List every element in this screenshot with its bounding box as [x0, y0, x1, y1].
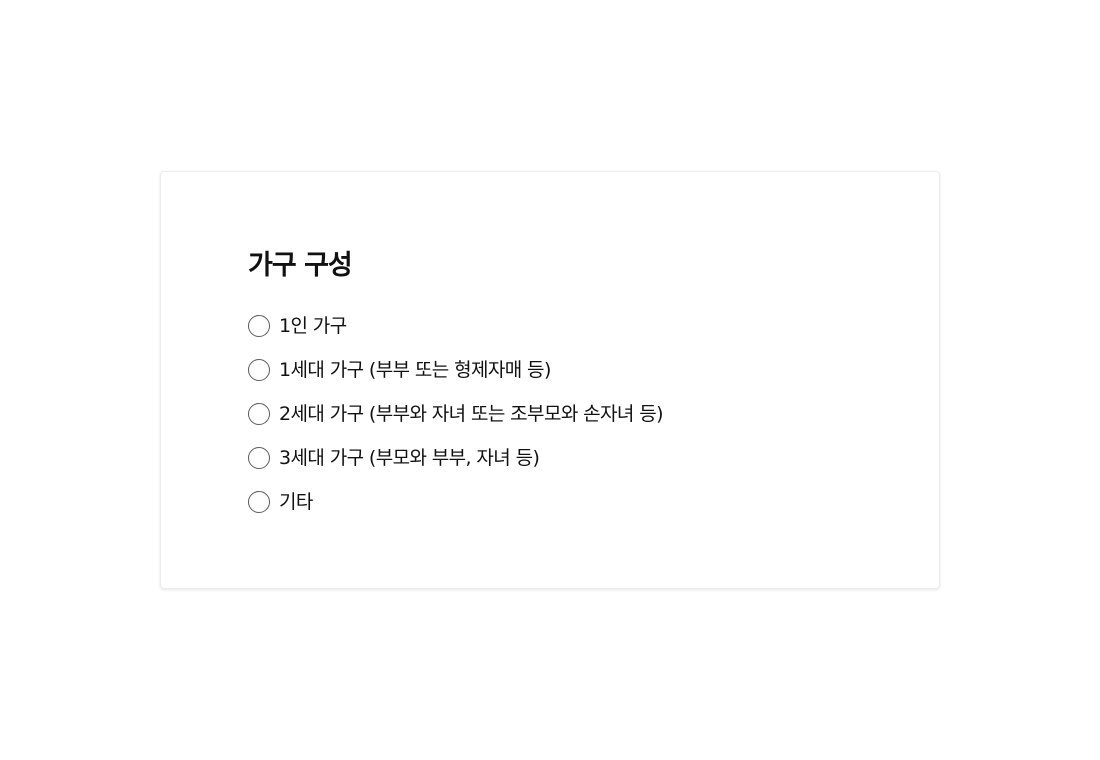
- radio-option-label[interactable]: 3세대 가구 (부모와 부부, 자녀 등): [279, 446, 540, 470]
- radio-option-label[interactable]: 기타: [279, 490, 313, 514]
- radio-button[interactable]: [248, 403, 270, 425]
- radio-option-two-generation[interactable]: 2세대 가구 (부부와 자녀 또는 조부모와 손자녀 등): [248, 392, 664, 436]
- radio-option-three-generation[interactable]: 3세대 가구 (부모와 부부, 자녀 등): [248, 436, 663, 480]
- radio-button[interactable]: [248, 359, 270, 381]
- radio-button[interactable]: [248, 491, 270, 513]
- question-title: 가구 구성: [248, 250, 353, 281]
- radio-group: 1인 가구 1세대 가구 (부부 또는 형제자매 등) 2세대 가구 (부부와 …: [248, 304, 664, 524]
- radio-button[interactable]: [248, 315, 270, 337]
- radio-button[interactable]: [248, 447, 270, 469]
- radio-option-label[interactable]: 1세대 가구 (부부 또는 형제자매 등): [279, 358, 551, 382]
- question-card: 가구 구성 1인 가구 1세대 가구 (부부 또는 형제자매 등) 2세대 가구…: [160, 171, 940, 589]
- radio-option-other[interactable]: 기타: [248, 480, 663, 524]
- radio-option-label[interactable]: 2세대 가구 (부부와 자녀 또는 조부모와 손자녀 등): [279, 402, 664, 426]
- radio-option-one-generation[interactable]: 1세대 가구 (부부 또는 형제자매 등): [248, 348, 663, 392]
- radio-option-label[interactable]: 1인 가구: [279, 314, 347, 338]
- radio-option-single-person[interactable]: 1인 가구: [248, 304, 663, 348]
